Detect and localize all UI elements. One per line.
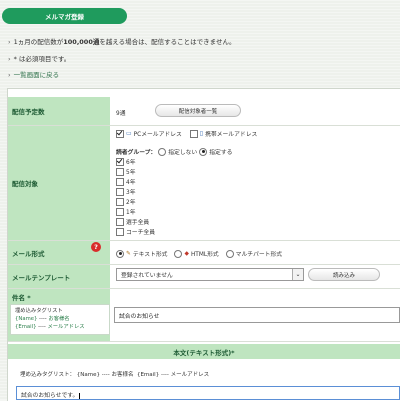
group-checkbox[interactable]	[116, 227, 124, 236]
group-item[interactable]: 2年	[116, 197, 136, 206]
load-template-button[interactable]: 読み込み	[308, 268, 380, 281]
pc-address-checkbox[interactable]	[116, 129, 124, 138]
back-link-row: › 一覧画面に戻る	[8, 69, 59, 79]
schedule-value: 9通	[116, 111, 126, 117]
template-label: メールテンプレート	[8, 265, 110, 288]
multipart-format-radio[interactable]	[225, 249, 234, 258]
html-icon: ◆	[184, 250, 189, 257]
group-checkbox[interactable]	[116, 197, 124, 206]
group-checkbox[interactable]	[116, 157, 124, 166]
group-checkbox[interactable]	[116, 167, 124, 176]
help-icon[interactable]: ?	[91, 242, 101, 252]
chevron-right-icon: ›	[8, 38, 11, 46]
group-checkbox[interactable]	[116, 207, 124, 216]
group-item[interactable]: 5年	[116, 167, 136, 176]
group-checkbox[interactable]	[116, 187, 124, 196]
group-item[interactable]: 1年	[116, 207, 136, 216]
group-item[interactable]: 6年	[116, 157, 136, 166]
chevron-down-icon: ⌄	[292, 269, 303, 280]
group-item[interactable]: コーチ全員	[116, 227, 155, 236]
body-textarea[interactable]: 試合のお知らせです。	[16, 386, 400, 400]
format-options: ✎ テキスト形式 ◆ HTML形式 マルチパート形式	[116, 249, 282, 258]
address-options: ▭ PCメールアドレス ▯ 携帯メールアドレス	[116, 129, 257, 138]
text-cursor	[79, 393, 81, 399]
group-item[interactable]: 3年	[116, 187, 136, 196]
html-format-radio[interactable]	[174, 249, 183, 258]
mobile-address-checkbox[interactable]	[189, 129, 198, 138]
group-item[interactable]: 選手全員	[116, 217, 149, 226]
divider	[8, 341, 400, 342]
group-none-radio[interactable]	[158, 147, 167, 156]
note-required: › * は必須項目です。	[8, 55, 71, 63]
pc-icon: ▭	[126, 130, 132, 137]
schedule-label: 配信予定数	[8, 97, 110, 125]
target-label: 配信対象	[8, 126, 110, 240]
body-tag-list: 埋め込みタグリスト： {Name} ---- お客様名 {Email} ----…	[20, 372, 210, 378]
mobile-icon: ▯	[199, 130, 204, 137]
group-checkbox[interactable]	[116, 217, 124, 226]
group-specify-radio[interactable]	[199, 147, 208, 156]
subject-tag-list: 埋め込みタグリスト {Name} ---- お客様名 {Email} ---- …	[10, 304, 110, 335]
back-to-list-link[interactable]: 一覧画面に戻る	[14, 71, 60, 79]
subject-input[interactable]: 試合のお知らせ	[114, 307, 400, 323]
group-checkbox[interactable]	[116, 177, 124, 186]
chevron-right-icon: ›	[8, 55, 11, 63]
page-title: メルマガ登録	[2, 8, 127, 24]
chevron-right-icon: ›	[8, 71, 11, 79]
group-selector: 読者グループ： 指定しない 指定する	[116, 147, 232, 156]
group-item[interactable]: 4年	[116, 177, 136, 186]
recipient-list-button[interactable]: 配信対象者一覧	[155, 104, 241, 117]
template-select[interactable]: 登録されていません ⌄	[116, 268, 304, 281]
text-format-radio[interactable]	[116, 249, 124, 258]
subject-label: 件名 *	[8, 289, 110, 303]
note-limit: › 1ヵ月の配信数が100,000通を越える場合は、配信することはできません。	[8, 38, 236, 46]
body-header: 本文(テキスト形式)*	[8, 344, 400, 359]
pencil-icon: ✎	[126, 250, 131, 257]
